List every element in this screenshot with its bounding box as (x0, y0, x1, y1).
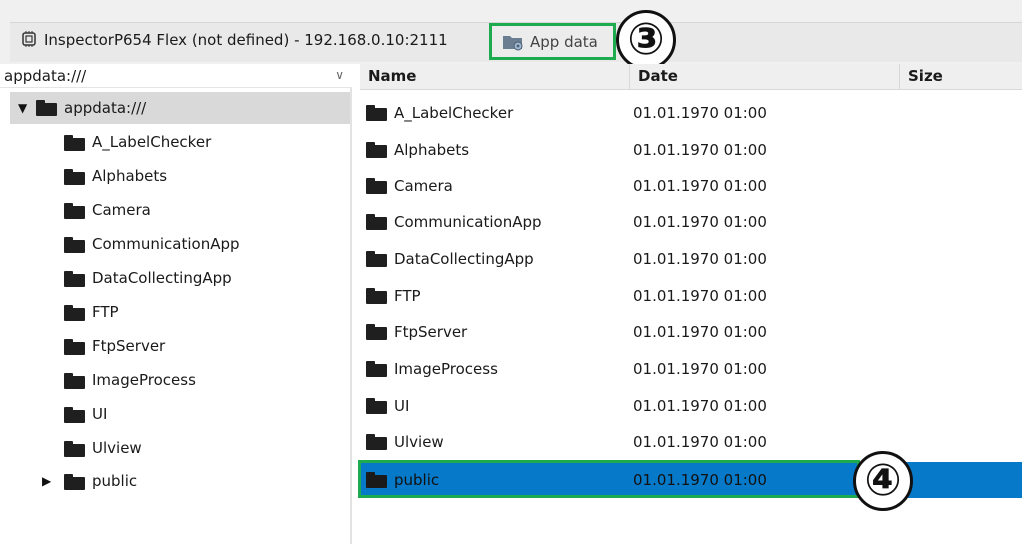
row-date: 01.01.1970 01:00 (633, 471, 767, 489)
collapse-arrow-icon[interactable]: ▶ (42, 467, 51, 495)
row-name: Alphabets (394, 141, 470, 159)
tree-item-label: A_LabelChecker (92, 133, 212, 151)
folder-icon (366, 361, 387, 377)
tree-item-label: Camera (92, 201, 151, 219)
tree-item-label: CommunicationApp (92, 235, 240, 253)
folder-icon (64, 474, 85, 490)
row-date: 01.01.1970 01:00 (633, 433, 767, 451)
folder-icon (36, 100, 57, 116)
table-row[interactable]: UI 01.01.1970 01:00 (360, 388, 1022, 424)
table-row[interactable]: DataCollectingApp 01.01.1970 01:00 (360, 241, 1022, 277)
tree-item-label: public (92, 472, 138, 490)
folder-icon (64, 339, 85, 355)
row-name: Camera (394, 177, 453, 195)
tree-item-label: DataCollectingApp (92, 269, 232, 287)
folder-icon (64, 203, 85, 219)
table-row[interactable]: CommunicationApp 01.01.1970 01:00 (360, 204, 1022, 240)
tree-item[interactable]: ImageProcess (60, 366, 340, 394)
tree-item[interactable]: FtpServer (60, 332, 340, 360)
expand-arrow-icon[interactable]: ▼ (18, 94, 27, 122)
row-name: FTP (394, 287, 421, 305)
row-name: UI (394, 397, 410, 415)
folder-icon (64, 441, 85, 457)
table-row[interactable]: A_LabelChecker 01.01.1970 01:00 (360, 95, 1022, 131)
folder-icon (366, 214, 387, 230)
table-row[interactable]: FTP 01.01.1970 01:00 (360, 278, 1022, 314)
tree-item[interactable]: FTP (60, 298, 340, 326)
tree-item[interactable]: UI (60, 400, 340, 428)
path-dropdown-value: appdata:/// (4, 67, 87, 85)
column-header-date[interactable]: Date (630, 64, 900, 90)
folder-icon (366, 105, 387, 121)
column-header-name[interactable]: Name (360, 64, 630, 90)
tree-item[interactable]: DataCollectingApp (60, 264, 340, 292)
folder-icon (64, 373, 85, 389)
tree-item[interactable]: A_LabelChecker (60, 128, 340, 156)
folder-tree-pane: appdata:/// ∨ ▼ appdata:/// A_LabelCheck… (0, 64, 352, 544)
folder-icon (64, 407, 85, 423)
row-name: A_LabelChecker (394, 104, 514, 122)
row-name: ImageProcess (394, 360, 498, 378)
tree-item-label: Ulview (92, 439, 142, 457)
row-date: 01.01.1970 01:00 (633, 141, 767, 159)
folder-icon (64, 237, 85, 253)
folder-gear-icon (503, 36, 523, 51)
tree-root-appdata[interactable]: ▼ appdata:/// (10, 92, 350, 124)
folder-icon (64, 169, 85, 185)
app-data-label: App data (530, 33, 598, 51)
row-date: 01.01.1970 01:00 (633, 213, 767, 231)
table-row[interactable]: Camera 01.01.1970 01:00 (360, 168, 1022, 204)
app-data-button[interactable]: App data (489, 23, 616, 60)
row-name: CommunicationApp (394, 213, 542, 231)
folder-icon (366, 324, 387, 340)
row-date: 01.01.1970 01:00 (633, 177, 767, 195)
folder-icon (64, 135, 85, 151)
row-date: 01.01.1970 01:00 (633, 323, 767, 341)
device-title: InspectorP654 Flex (not defined) - 192.1… (44, 31, 448, 49)
callout-3: ③ (616, 10, 676, 70)
row-name: FtpServer (394, 323, 468, 341)
folder-icon (366, 251, 387, 267)
table-row[interactable]: Alphabets 01.01.1970 01:00 (360, 132, 1022, 168)
tree-item-label: FtpServer (92, 337, 166, 355)
row-date: 01.01.1970 01:00 (633, 360, 767, 378)
chevron-down-icon[interactable]: ∨ (335, 65, 344, 85)
row-name: public (394, 471, 440, 489)
tree-item[interactable]: Ulview (60, 434, 340, 462)
folder-icon (366, 178, 387, 194)
table-row[interactable]: FtpServer 01.01.1970 01:00 (360, 314, 1022, 350)
tree-item[interactable]: CommunicationApp (60, 230, 340, 258)
folder-icon (366, 398, 387, 414)
callout-4: ④ (853, 451, 913, 511)
row-date: 01.01.1970 01:00 (633, 104, 767, 122)
table-row[interactable]: ImageProcess 01.01.1970 01:00 (360, 351, 1022, 387)
folder-icon (366, 288, 387, 304)
device-bar: InspectorP654 Flex (not defined) - 192.1… (0, 0, 1022, 64)
folder-icon (366, 434, 387, 450)
row-name: DataCollectingApp (394, 250, 534, 268)
tree-item-label: FTP (92, 303, 119, 321)
tree-root-label: appdata:/// (64, 99, 147, 117)
tree-item-label: ImageProcess (92, 371, 196, 389)
table-row-selected[interactable]: public 01.01.1970 01:00 (360, 462, 1022, 498)
row-name: Ulview (394, 433, 444, 451)
row-date: 01.01.1970 01:00 (633, 397, 767, 415)
column-header-size[interactable]: Size (900, 64, 1022, 90)
tree-item-public[interactable]: ▶ public (40, 467, 340, 495)
file-list-pane: Name Date Size A_LabelChecker 01.01.1970… (360, 64, 1022, 544)
row-date: 01.01.1970 01:00 (633, 287, 767, 305)
tree-item-label: UI (92, 405, 108, 423)
folder-icon (64, 305, 85, 321)
row-date: 01.01.1970 01:00 (633, 250, 767, 268)
folder-icon (366, 472, 387, 488)
tree-item[interactable]: Camera (60, 196, 340, 224)
table-row[interactable]: Ulview 01.01.1970 01:00 (360, 424, 1022, 460)
folder-icon (366, 142, 387, 158)
folder-icon (64, 271, 85, 287)
device-chip-icon (22, 31, 36, 47)
tree-item[interactable]: Alphabets (60, 162, 340, 190)
path-dropdown[interactable]: appdata:/// ∨ (0, 64, 352, 88)
tree-item-label: Alphabets (92, 167, 168, 185)
